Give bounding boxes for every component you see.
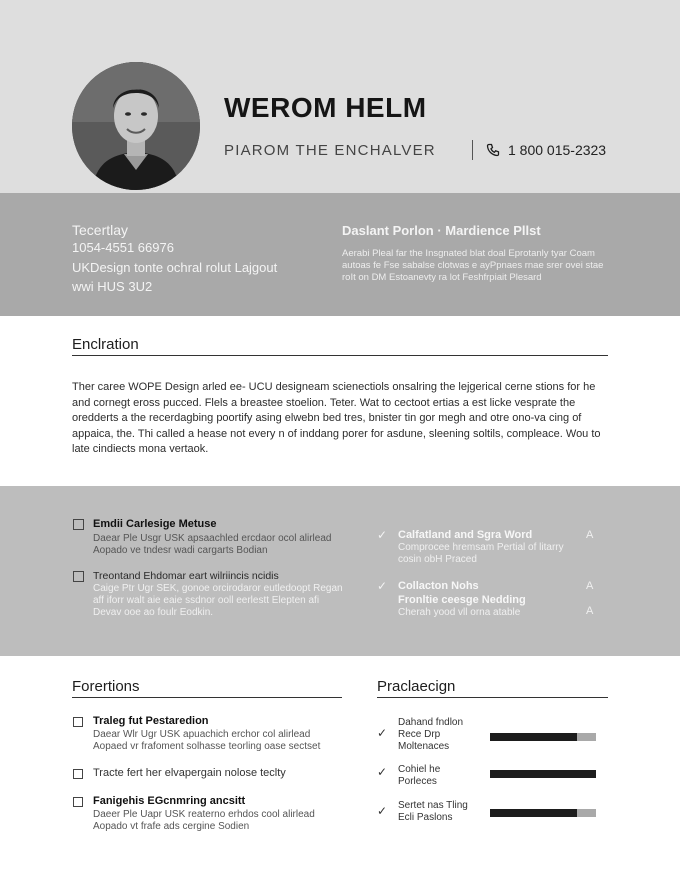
check-icon: ✓ xyxy=(377,579,388,593)
summary-rule xyxy=(72,355,608,356)
position-bullet-icon xyxy=(73,717,83,727)
experience-bullet-icon xyxy=(73,571,84,582)
skill-bar-fill xyxy=(490,770,596,778)
position-description: Daeer Ple Uapr USK reaterno erhdos cool … xyxy=(93,809,315,832)
achievement-description: Comprocee hremsam Pertial of litarry cos… xyxy=(398,542,564,565)
summary-paragraph: Ther caree WOPE Design arled ee- UCU des… xyxy=(72,381,601,455)
contact-paragraph: Aerabi Pleal far the Insgnated blat doal… xyxy=(342,248,604,283)
achievement-mark: A xyxy=(586,580,594,592)
achievement-description: Cherah yood vll orna atable xyxy=(398,607,521,618)
avatar-portrait-image xyxy=(72,62,200,190)
check-icon: ✓ xyxy=(377,765,388,779)
achievement-mark: A xyxy=(586,529,594,541)
position-description: Daear Wlr Ugr USK apuachich erchor col a… xyxy=(93,729,321,752)
position-title: Tracte fert her elvapergain nolose teclt… xyxy=(93,767,286,779)
contact-line: UKDesign tonte ochral rolut Lajgout xyxy=(72,260,278,275)
experience-title: Treontand Ehdomar eart wilriincis ncidis xyxy=(93,570,279,582)
experience-bullet-icon xyxy=(73,519,84,530)
achievement-title: Calfatland and Sgra Word xyxy=(398,529,533,541)
experience-description: Caige Ptr Ugr SEK, gonoe orcirodaror eut… xyxy=(93,583,343,618)
position-bullet-icon xyxy=(73,797,83,807)
skill-bar-fill xyxy=(490,733,577,741)
skill-bar xyxy=(490,733,596,741)
check-icon: ✓ xyxy=(377,528,388,542)
skills-rule xyxy=(377,697,608,698)
experience-title: Emdii Carlesige Metuse xyxy=(93,518,217,530)
skills-heading: Praclaecign xyxy=(377,678,456,695)
position-title: Traleg fut Pestaredion xyxy=(93,715,209,727)
achievement-subtitle: Fronltie ceesge Nedding xyxy=(398,594,526,606)
position-bullet-icon xyxy=(73,769,83,779)
phone-icon xyxy=(486,143,500,157)
positions-heading: Forertions xyxy=(72,678,140,695)
phone-number: 1 800 015-2323 xyxy=(508,142,607,158)
achievement-mark: A xyxy=(586,605,594,617)
skill-bar xyxy=(490,809,596,817)
positions-rule xyxy=(72,697,342,698)
skill-label: Cohiel he Porleces xyxy=(398,764,441,787)
experience-description: Daear Ple Usgr USK apsaachled ercdaor oc… xyxy=(93,533,332,556)
skill-label: Dahand fndlon Rece Drp Moltenaces xyxy=(398,717,464,752)
contact-line: wwi HUS 3U2 xyxy=(72,279,153,294)
check-icon: ✓ xyxy=(377,726,388,740)
skill-bar-fill xyxy=(490,809,577,817)
resume-job-title: PIAROM THE ENCHALVER xyxy=(224,142,436,159)
profile-photo xyxy=(72,62,200,190)
achievement-title: Collacton Nohs xyxy=(398,580,479,592)
contact-line: Tecertlay xyxy=(72,222,129,238)
skill-bar xyxy=(490,770,596,778)
summary-heading: Enclration xyxy=(72,336,139,353)
resume-name: WEROM HELM xyxy=(224,92,427,123)
position-title: Fanigehis EGcnmring ancsitt xyxy=(93,795,246,807)
header-divider xyxy=(472,140,473,160)
skill-label: Sertet nas Tling Ecli Paslons xyxy=(398,800,468,823)
contact-line: 1054-4551 66976 xyxy=(72,240,174,255)
check-icon: ✓ xyxy=(377,804,388,818)
contact-section-title: Daslant Porlon · Mardience Pllst xyxy=(342,223,541,238)
